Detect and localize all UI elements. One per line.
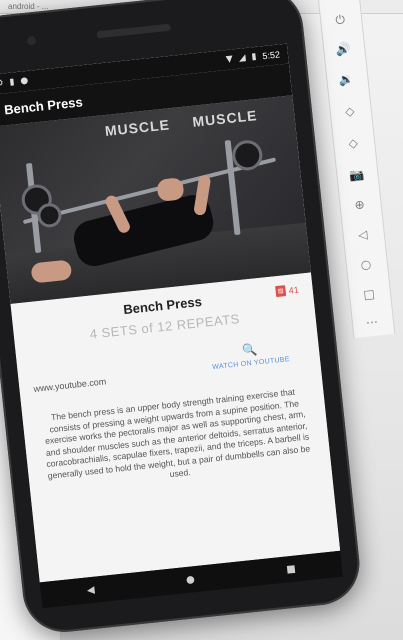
volume-up-icon[interactable]: 🔊 — [332, 39, 354, 61]
watch-on-youtube-button[interactable]: 🔍 WATCH ON YOUTUBE — [204, 338, 296, 371]
rotate-left-icon[interactable]: ◇ — [339, 100, 361, 122]
wifi-icon: ▼ — [225, 54, 234, 66]
status-time: 5:52 — [261, 49, 281, 62]
settings-icon: ⚙ — [0, 78, 5, 90]
overview-icon[interactable]: □ — [358, 283, 380, 305]
back-icon[interactable]: ◁ — [352, 224, 374, 246]
front-camera — [26, 35, 37, 46]
video-source: www.youtube.com — [33, 376, 107, 394]
zoom-icon[interactable]: ⊕ — [349, 194, 371, 216]
watch-label: WATCH ON YOUTUBE — [212, 356, 291, 372]
battery-icon: ▮ — [251, 51, 258, 63]
power-icon[interactable]: ⏻ — [329, 9, 351, 31]
nav-recents-icon[interactable]: ■ — [286, 563, 297, 575]
phone-device: ⚙ ▮ ● ▼ ◢ ▮ 5:52 Bench Press MUSCLE MUSC… — [0, 0, 364, 636]
sd-card-icon: ▮ — [8, 77, 15, 88]
wall-text-right: MUSCLE — [191, 107, 259, 130]
nav-back-icon[interactable]: ◀ — [86, 584, 95, 596]
circle-icon: ● — [19, 75, 29, 87]
pdf-icon: ▤ — [275, 285, 287, 298]
signal-icon: ◢ — [238, 53, 247, 64]
search-icon: 🔍 — [241, 342, 258, 358]
exercise-details: Bench Press ▤ 41 4 SETS of 12 REPEATS ww… — [10, 272, 341, 583]
exercise-description: The bench press is an upper body strengt… — [44, 386, 311, 481]
volume-down-icon[interactable]: 🔉 — [335, 68, 357, 90]
app-bar-title: Bench Press — [3, 93, 84, 117]
home-icon[interactable]: ○ — [355, 253, 377, 275]
rotate-right-icon[interactable]: ◇ — [342, 132, 364, 154]
phone-screen: ⚙ ▮ ● ▼ ◢ ▮ 5:52 Bench Press MUSCLE MUSC… — [0, 43, 341, 583]
speaker-grille — [96, 23, 171, 39]
badge-count: 41 — [288, 284, 300, 296]
more-icon[interactable]: ⋯ — [361, 311, 383, 333]
camera-icon[interactable]: 📷 — [346, 164, 368, 186]
nav-home-icon[interactable]: ● — [186, 574, 196, 586]
wall-text-left: MUSCLE — [104, 116, 171, 140]
exercise-image: MUSCLE MUSCLE — [0, 95, 311, 304]
